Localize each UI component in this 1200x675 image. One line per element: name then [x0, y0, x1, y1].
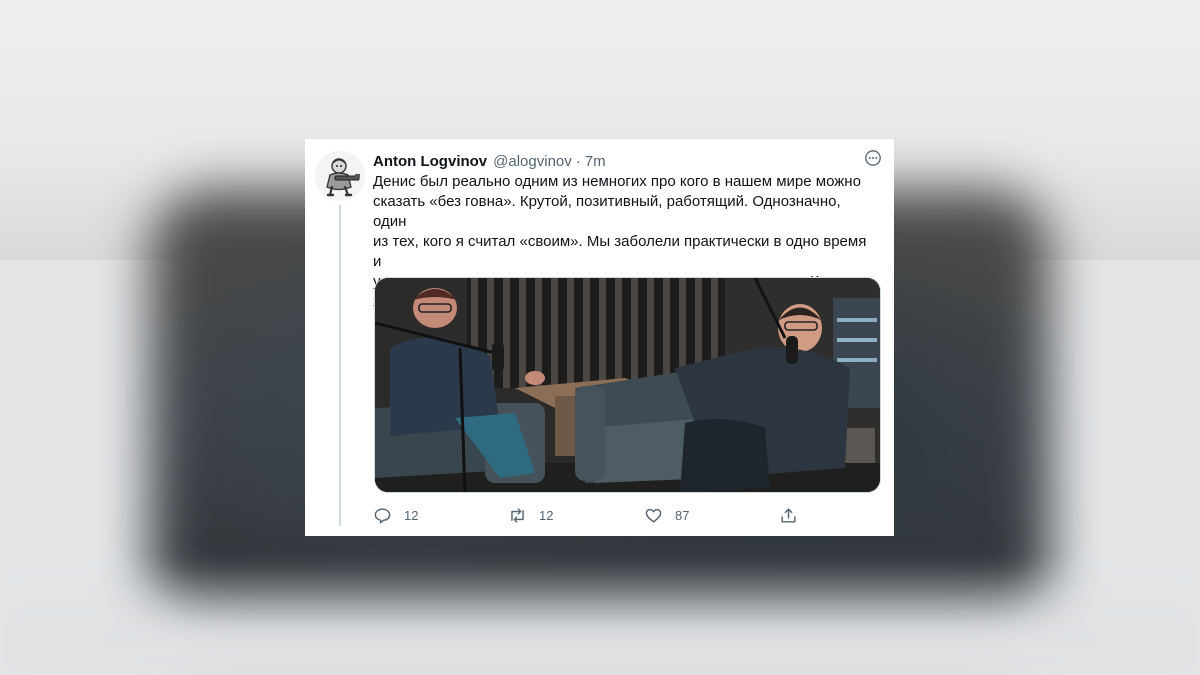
- background-bottom: [0, 560, 1200, 675]
- retweet-icon: [511, 507, 524, 523]
- tweet-card[interactable]: Anton Logvinov @alogvinov · 7m Денис был…: [305, 139, 894, 536]
- like-count: 87: [675, 507, 690, 523]
- reply-icon: [374, 507, 391, 523]
- avatar-drawing: [315, 151, 365, 201]
- separator-dot: ·: [575, 152, 581, 170]
- heart-icon: [645, 508, 662, 523]
- tweet-header: Anton Logvinov @alogvinov · 7m: [373, 151, 884, 171]
- more-icon[interactable]: [864, 149, 882, 167]
- share-icon: [781, 507, 796, 523]
- author-handle[interactable]: @alogvinov: [493, 153, 572, 170]
- reply-button[interactable]: 12: [373, 504, 418, 526]
- share-button[interactable]: [779, 504, 798, 526]
- tweet-photo[interactable]: [374, 277, 881, 493]
- like-button[interactable]: 87: [644, 504, 689, 526]
- tweet-actions: 12 12 87: [373, 504, 833, 526]
- avatar[interactable]: [315, 151, 365, 201]
- retweet-count: 12: [539, 507, 554, 523]
- timestamp[interactable]: 7m: [585, 153, 606, 170]
- author-name[interactable]: Anton Logvinov: [373, 153, 487, 170]
- retweet-button[interactable]: 12: [508, 504, 553, 526]
- thread-line: [339, 205, 341, 526]
- reply-count: 12: [404, 507, 419, 523]
- podcast-photo: [375, 278, 880, 492]
